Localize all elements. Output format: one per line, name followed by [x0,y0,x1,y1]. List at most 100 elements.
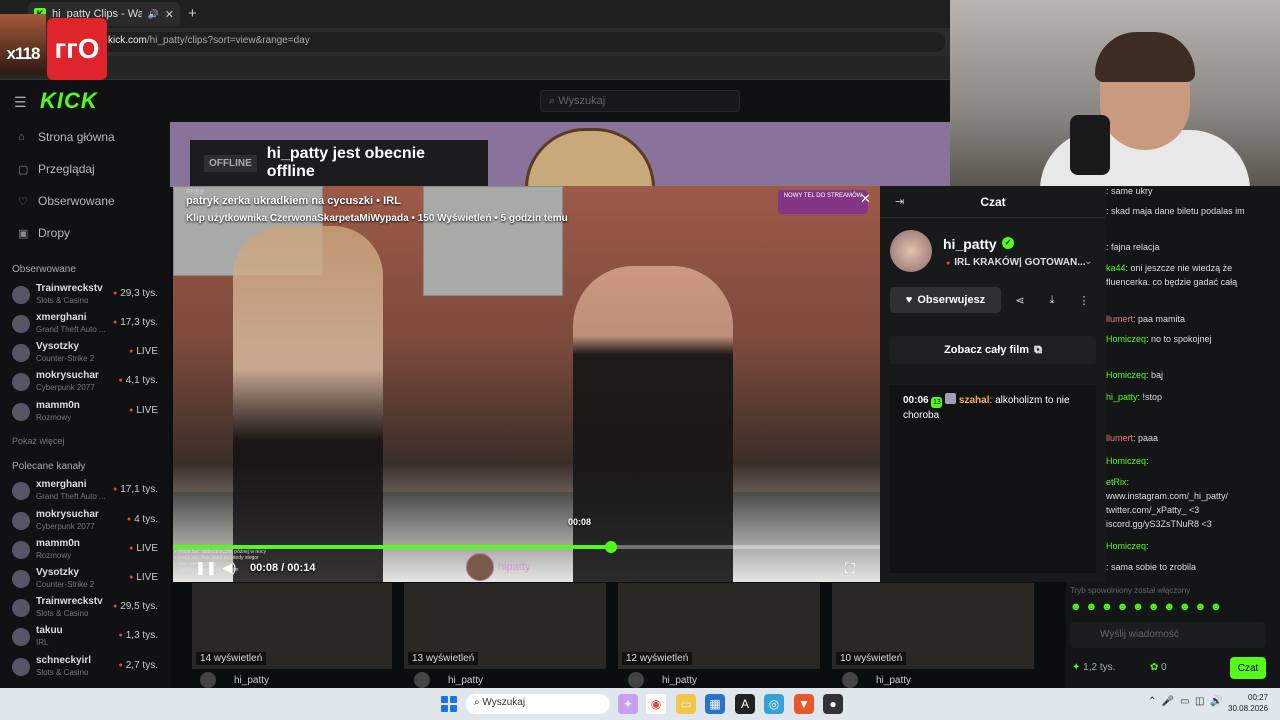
message-user[interactable]: Homiczeq [1106,456,1146,466]
viewer-count: 4,1 tys. [119,375,158,386]
nav-browse[interactable]: ▢ Przeglądaj [18,162,95,176]
message-text: : sama sobie to zrobila [1106,562,1197,572]
clip-author[interactable]: hi_patty [628,672,697,688]
copilot-icon[interactable]: ✦ [618,694,638,714]
message-user[interactable]: etRix [1106,477,1127,487]
nav-label: Strona główna [38,130,115,144]
stream-chat-message: : skad maja dane biletu podalas im [1106,205,1276,218]
file-explorer-icon[interactable]: ▭ [676,694,696,714]
nav-following[interactable]: ♡ Obserwowane [18,194,115,208]
follow-label: Obserwujesz [917,294,986,306]
chrome-icon[interactable]: ◉ [646,694,666,714]
sidebar-channel[interactable]: mamm0n Rozmowy LIVE [12,537,162,565]
volume-icon[interactable]: ◀) [222,560,236,576]
obs-icon[interactable]: ● [823,694,843,714]
x118-logo: x118 [0,14,46,74]
address-bar[interactable]: kick.com/hi_patty/clips?sort=view&range=… [100,32,945,52]
offline-text: hi_patty jest obecnie offline [266,145,426,180]
stream-chat-message: : fajna relacja [1106,241,1276,254]
clip-author[interactable]: hi_patty [842,672,911,688]
clip-thumbnail[interactable]: 13 wyświetleń [404,583,606,669]
clip-author-name: hi_patty [662,674,698,686]
sidebar-channel[interactable]: schneckyirl Slots & Casino 2,7 tys. [12,654,162,682]
channel-points[interactable]: ✦ 1,2 tys. [1072,662,1115,673]
sidebar-channel[interactable]: TrainwreckstvSlots & Casino29,3 tys. [12,282,162,310]
channel-avatar[interactable] [890,230,932,272]
stream-chat-message: llumert: paaa [1106,432,1276,445]
message-user[interactable]: ka44 [1106,263,1126,273]
sidebar-channel[interactable]: Vysotzky Counter-Strike 2 LIVE [12,566,162,594]
share-icon[interactable]: ⋖ [1007,287,1033,313]
search-input[interactable]: ⌕ Wyszukaj [540,90,740,112]
avatar [12,373,30,391]
more-options-icon[interactable]: ⋮ [1071,287,1097,313]
stream-chat-message: : same ukry [1106,185,1276,198]
emote-bar[interactable]: ☻☻☻☻☻☻☻☻☻☻ [1070,601,1226,613]
follow-button[interactable]: ♥ Obserwujesz [890,287,1001,313]
message-user[interactable]: llumert [1106,433,1133,443]
channel-name[interactable]: hi_patty [943,236,997,252]
message-user[interactable]: Homiczeq [1106,541,1146,551]
clip-author[interactable]: hi_patty [200,672,269,688]
clip-video[interactable] [173,186,880,582]
store-icon[interactable]: ▦ [705,694,725,714]
message-user[interactable]: llumert [1106,314,1133,324]
clip-thumbnail[interactable]: 12 wyświetleń [618,583,820,669]
taskbar-search[interactable]: ⌕ Wyszukaj [466,694,610,714]
show-more-link[interactable]: Pokaż więcej [12,436,65,446]
close-modal-icon[interactable]: ✕ [860,191,871,207]
message-user[interactable]: Homiczeq [1106,334,1146,344]
chat-send-button[interactable]: Czat [1230,657,1266,679]
channel-name: Vysotzky [36,341,79,352]
system-tray[interactable]: ⌃ 🎤 ▭ ◫ 🔊 [1148,696,1222,707]
menu-icon[interactable]: ☰ [14,94,27,111]
viewer-count: LIVE [129,405,158,416]
clip-thumbnail[interactable]: 14 wyświetleń [192,583,392,669]
sidebar-channel[interactable]: mokrysuchar Cyberpunk 2077 4 tys. [12,508,162,536]
viewer-count: 4 tys. [127,514,158,525]
download-icon[interactable]: ⤓ [1039,287,1065,313]
avatar [628,672,644,688]
windows-start-icon[interactable] [441,696,457,712]
seek-progress [173,545,612,549]
browse-icon: ▢ [18,163,29,176]
audio-icon[interactable]: 🔊 [148,9,159,20]
channel-name: mamm0n [36,538,80,549]
sidebar-channel[interactable]: takuu IRL 1,3 tys. [12,624,162,652]
watch-full-video-button[interactable]: Zobacz cały film ⧉ [890,336,1096,364]
sidebar-channel[interactable]: mokrysuchar Cyberpunk 2077 4,1 tys. [12,369,162,397]
stream-chat-message: iscord.gg/yS3ZsTNuR8 <3 [1106,518,1276,531]
pause-icon[interactable]: ❚❚ [195,560,217,576]
clip-thumbnail[interactable]: 10 wyświetleń [832,583,1034,669]
nav-home[interactable]: ⌂ Strona główna [18,130,115,144]
viewer-count: LIVE [129,346,158,357]
clip-views: 10 wyświetleń [836,652,907,665]
nav-label: Dropy [38,226,71,240]
tab-close-icon[interactable]: ✕ [165,8,174,21]
sidebar-channel[interactable]: xmerghaniGrand Theft Auto ...17,3 tys. [12,311,162,339]
sidebar-channel[interactable]: Vysotzky Counter-Strike 2 LIVE [12,340,162,368]
kicks-count[interactable]: ✿ 0 [1150,662,1167,673]
message-user[interactable]: szahal [959,395,990,406]
kick-logo[interactable]: KICK [40,88,98,114]
chat-input[interactable]: Wyślij wiadomość [1070,622,1266,648]
brave-icon[interactable]: ▼ [794,694,814,714]
message-user[interactable]: Homiczeq [1106,370,1146,380]
app-icon[interactable]: A [735,694,755,714]
chevron-down-icon[interactable]: ⌄ [1084,256,1092,267]
drops-icon: ▣ [18,227,29,240]
clip-title: patryk zerka ukradkiem na cycuszki • IRL [186,195,401,207]
fullscreen-icon[interactable]: ⛶ [845,560,855,577]
clip-author[interactable]: hi_patty [414,672,483,688]
live-title[interactable]: IRL KRAKÓW| GOTOWAN... [946,257,1085,268]
sidebar-channel[interactable]: TrainwreckstvSlots & Casino29,5 tys. [12,595,162,623]
message-user[interactable]: hi_patty [1106,392,1138,402]
app-icon[interactable]: ◎ [764,694,784,714]
taskbar-search-label: Wyszukaj [482,697,526,708]
taskbar-clock[interactable]: 00:27 30.08.2026 [1228,692,1268,714]
channel-category: Counter-Strike 2 [36,354,95,363]
sidebar-channel[interactable]: mamm0n Rozmowy LIVE [12,399,162,427]
sidebar-channel[interactable]: xmerghaniGrand Theft Auto ...17,1 tys. [12,478,162,506]
new-tab-button[interactable]: + [188,5,197,22]
nav-drops[interactable]: ▣ Dropy [18,226,70,240]
